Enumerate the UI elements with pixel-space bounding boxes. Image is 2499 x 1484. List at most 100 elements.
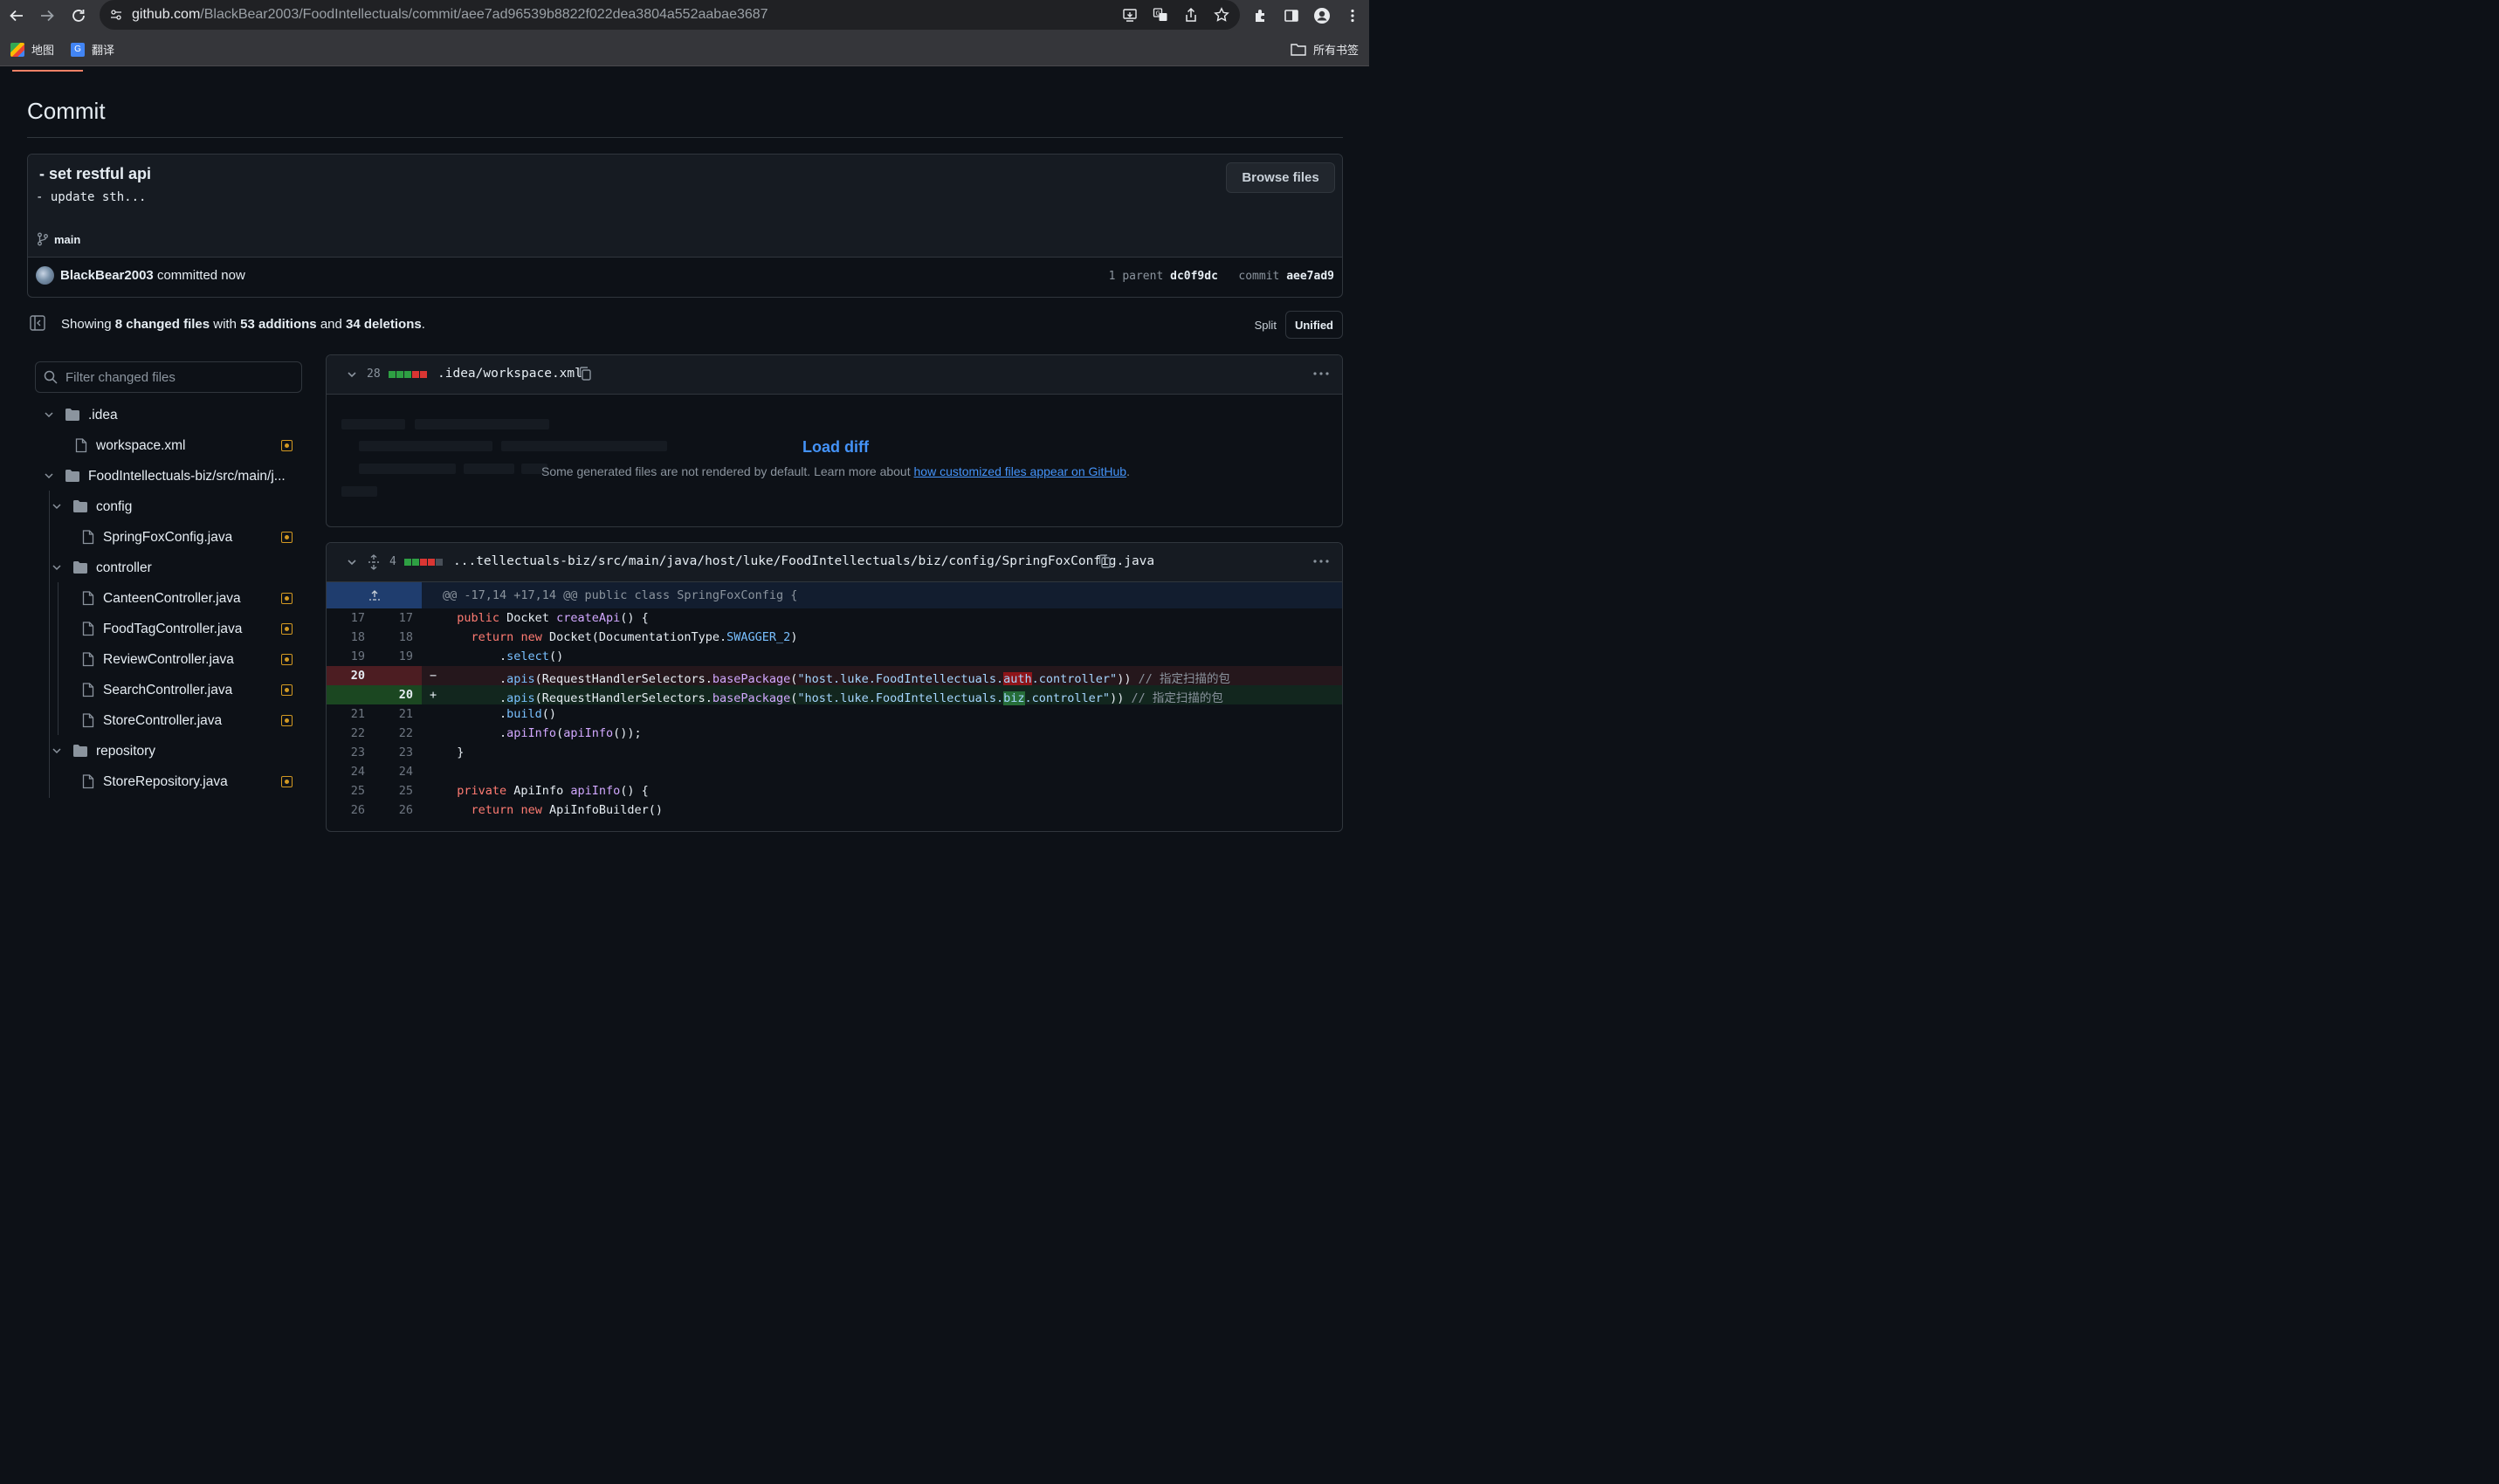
old-line-number[interactable]: 20 bbox=[327, 669, 365, 683]
diffstat-deletion-block bbox=[420, 371, 427, 378]
old-line-number[interactable]: 18 bbox=[327, 630, 365, 644]
old-line-number[interactable]: 19 bbox=[327, 649, 365, 663]
diff-file-path[interactable]: ...tellectuals-biz/src/main/java/host/lu… bbox=[453, 554, 1154, 568]
new-line-number[interactable]: 23 bbox=[375, 745, 413, 759]
tree-file[interactable]: ReviewController.java bbox=[35, 644, 301, 675]
side-panel-icon[interactable] bbox=[1281, 5, 1302, 26]
modified-badge-icon bbox=[281, 684, 293, 696]
all-bookmarks[interactable]: 所有书签 bbox=[1291, 41, 1359, 58]
tree-folder[interactable]: controller bbox=[35, 553, 301, 583]
tree-item-label: ReviewController.java bbox=[103, 652, 234, 667]
diffstat-blocks bbox=[389, 371, 427, 378]
tree-folder[interactable]: FoodIntellectuals-biz/src/main/j... bbox=[35, 461, 301, 491]
load-diff-button[interactable]: Load diff bbox=[802, 438, 869, 457]
tree-file[interactable]: StoreController.java bbox=[35, 705, 301, 736]
old-line-number[interactable]: 17 bbox=[327, 611, 365, 625]
tree-file[interactable]: SpringFoxConfig.java bbox=[35, 522, 301, 553]
skeleton-bar bbox=[464, 464, 514, 474]
chevron-down-icon[interactable] bbox=[44, 409, 54, 420]
chevron-down-icon[interactable] bbox=[52, 562, 62, 573]
more-options-icon[interactable] bbox=[1312, 554, 1330, 568]
old-line-number[interactable]: 25 bbox=[327, 784, 365, 798]
diff-file-path[interactable]: .idea/workspace.xml bbox=[437, 367, 582, 381]
search-icon bbox=[44, 370, 58, 384]
hunk-header-text: @@ -17,14 +17,14 @@ public class SpringF… bbox=[443, 588, 798, 602]
tree-folder[interactable]: .idea bbox=[35, 400, 301, 430]
share-icon[interactable] bbox=[1182, 6, 1200, 24]
commit-meta: 1 parent dc0f9dc commit aee7ad9 bbox=[1109, 270, 1334, 283]
translate-page-icon[interactable]: G bbox=[1152, 6, 1169, 24]
expand-up-button[interactable] bbox=[327, 582, 422, 608]
new-line-number[interactable]: 20 bbox=[375, 688, 413, 702]
branch-link[interactable]: main bbox=[37, 232, 80, 246]
file-icon bbox=[75, 438, 87, 453]
code-text: public Docket createApi() { bbox=[457, 611, 649, 625]
more-options-icon[interactable] bbox=[1312, 367, 1330, 381]
avatar[interactable] bbox=[36, 266, 54, 285]
unified-view-button[interactable]: Unified bbox=[1284, 311, 1343, 339]
author-link[interactable]: BlackBear2003 bbox=[60, 268, 154, 283]
new-line-number[interactable]: 25 bbox=[375, 784, 413, 798]
filter-files-input[interactable] bbox=[65, 362, 293, 392]
context-line: 21 21 .build() bbox=[327, 704, 1342, 724]
all-bookmarks-label: 所有书签 bbox=[1313, 44, 1360, 57]
address-bar[interactable]: github.com/BlackBear2003/FoodIntellectua… bbox=[100, 0, 1240, 30]
forward-button[interactable] bbox=[37, 5, 58, 26]
bookmark-label: 地图 bbox=[31, 44, 55, 57]
chevron-down-icon[interactable] bbox=[44, 471, 54, 481]
summary-suffix: . bbox=[421, 317, 425, 332]
tree-file[interactable]: FoodTagController.java bbox=[35, 614, 301, 644]
browser-menu-icon[interactable] bbox=[1342, 5, 1363, 26]
expand-all-icon[interactable] bbox=[367, 554, 381, 570]
new-line-number[interactable]: 22 bbox=[375, 726, 413, 740]
tree-file[interactable]: workspace.xml bbox=[35, 430, 301, 461]
new-line-number[interactable]: 26 bbox=[375, 803, 413, 817]
tree-file[interactable]: CanteenController.java bbox=[35, 583, 301, 614]
code-text: .select() bbox=[443, 649, 564, 663]
site-info-icon[interactable] bbox=[110, 9, 122, 21]
parent-sha-link[interactable]: dc0f9dc bbox=[1170, 270, 1218, 283]
reload-button[interactable] bbox=[68, 5, 89, 26]
install-app-icon[interactable] bbox=[1121, 6, 1139, 24]
new-line-number[interactable]: 17 bbox=[375, 611, 413, 625]
old-line-number[interactable]: 23 bbox=[327, 745, 365, 759]
new-line-number[interactable]: 19 bbox=[375, 649, 413, 663]
bookmark-maps[interactable]: 地图 bbox=[10, 41, 54, 58]
browse-files-button[interactable]: Browse files bbox=[1226, 162, 1335, 193]
diffstat-addition-block bbox=[389, 371, 396, 378]
tree-file[interactable]: SearchController.java bbox=[35, 675, 301, 705]
collapse-chevron-icon[interactable] bbox=[346, 556, 358, 568]
old-line-number[interactable]: 26 bbox=[327, 803, 365, 817]
extensions-icon[interactable] bbox=[1250, 5, 1271, 26]
tree-file[interactable]: StoreRepository.java bbox=[35, 766, 301, 797]
tree-folder[interactable]: config bbox=[35, 491, 301, 522]
url-text[interactable]: github.com/BlackBear2003/FoodIntellectua… bbox=[132, 7, 768, 23]
chevron-down-icon[interactable] bbox=[52, 501, 62, 512]
back-button[interactable] bbox=[6, 5, 27, 26]
customized-files-link[interactable]: how customized files appear on GitHub bbox=[914, 464, 1127, 478]
modified-badge-icon bbox=[281, 654, 293, 665]
split-view-button[interactable]: Split bbox=[1246, 312, 1285, 338]
profile-icon[interactable] bbox=[1311, 5, 1332, 26]
bookmark-star-icon[interactable] bbox=[1213, 6, 1230, 24]
old-line-number[interactable]: 24 bbox=[327, 765, 365, 779]
tree-folder[interactable]: repository bbox=[35, 736, 301, 766]
tree-item-label: SearchController.java bbox=[103, 683, 233, 697]
old-line-number[interactable]: 21 bbox=[327, 707, 365, 721]
old-line-number[interactable]: 22 bbox=[327, 726, 365, 740]
file-icon bbox=[82, 591, 94, 606]
commit-description: - update sth... bbox=[36, 190, 147, 204]
new-line-number[interactable]: 24 bbox=[375, 765, 413, 779]
chevron-down-icon[interactable] bbox=[52, 745, 62, 756]
skeleton-bar bbox=[341, 486, 377, 497]
note-suffix: . bbox=[1126, 464, 1130, 478]
copy-path-icon[interactable] bbox=[578, 366, 592, 381]
modified-badge-icon bbox=[281, 593, 293, 604]
svg-text:G: G bbox=[1156, 10, 1160, 17]
new-line-number[interactable]: 21 bbox=[375, 707, 413, 721]
toggle-file-tree-button[interactable] bbox=[29, 314, 46, 332]
collapse-chevron-icon[interactable] bbox=[346, 368, 358, 381]
bookmark-translate[interactable]: G 翻译 bbox=[71, 41, 114, 58]
new-line-number[interactable]: 18 bbox=[375, 630, 413, 644]
copy-path-icon[interactable] bbox=[1098, 553, 1112, 569]
